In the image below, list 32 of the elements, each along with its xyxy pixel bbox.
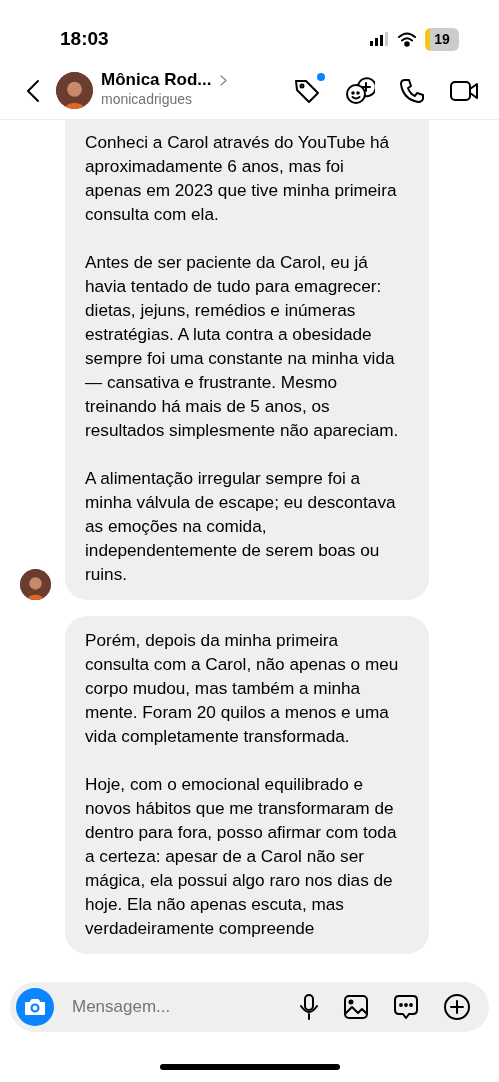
username: monicadrigues <box>101 90 194 110</box>
back-icon <box>26 78 40 103</box>
battery-indicator: 19 <box>425 27 459 51</box>
add-button[interactable] <box>443 993 471 1021</box>
video-call-button[interactable] <box>449 78 479 103</box>
avatar <box>56 72 93 109</box>
stickers-button[interactable] <box>345 76 375 105</box>
message-paragraph: Hoje, com o emocional equilibrado e novos hábitos que me transformaram de dentro para fora, posso afirmar com toda a certeza: apesar de a Carol não ser mágica, ela possui algo raro nos dias de hoje. Ela não apenas escuta, mas verdadeiramente compreende <box>85 773 398 940</box>
microphone-icon <box>299 993 319 1021</box>
wifi-icon <box>397 31 417 47</box>
message-paragraph: Porém, depois da minha primeira consulta com a Carol, não apenas o meu corpo mudou, mas também a minha mente. Foram 20 quilos a menos e uma vida completamente transformada. <box>85 629 400 748</box>
speech-bubble-icon <box>393 994 419 1020</box>
contact-name: Mônica Rod... <box>101 70 212 90</box>
gallery-button[interactable] <box>343 994 369 1020</box>
smiley-icon <box>345 76 375 105</box>
video-camera-icon <box>449 78 479 103</box>
signal-icon <box>369 32 389 46</box>
back-button[interactable] <box>26 78 40 103</box>
phone-icon <box>399 77 425 104</box>
status-time: 18:03 <box>60 26 109 51</box>
message-paragraph: Conheci a Carol através do YouTube há aproximadamente 6 anos, mas foi apenas em 2023 que tive minha primeira consulta com ela. <box>85 131 398 226</box>
chevron-icon <box>219 74 227 86</box>
image-icon <box>343 994 369 1020</box>
camera-icon <box>24 998 46 1016</box>
call-button[interactable] <box>399 77 425 104</box>
chat-button[interactable] <box>393 994 419 1020</box>
message-input[interactable]: Mensagem... <box>70 993 270 1021</box>
camera-button[interactable] <box>16 988 54 1026</box>
message-paragraph: Antes de ser paciente da Carol, eu já havia tentado de tudo para emagrecer: dietas, jejuns, remédios e inúmeras estratégias. A luta contra a obesidade sempre foi uma constante na minha vida — cansativa e frustrante. Mesmo treinando há mais de 5 anos, os resultados simplesmente não apareciam. <box>85 251 400 442</box>
microphone-button[interactable] <box>299 993 319 1021</box>
plus-icon <box>443 993 471 1021</box>
message-paragraph: A alimentação irregular sempre foi a minha válvula de escape; eu descontava as emoções na comida, independentemente de serem boas ou ruins. <box>85 467 397 586</box>
